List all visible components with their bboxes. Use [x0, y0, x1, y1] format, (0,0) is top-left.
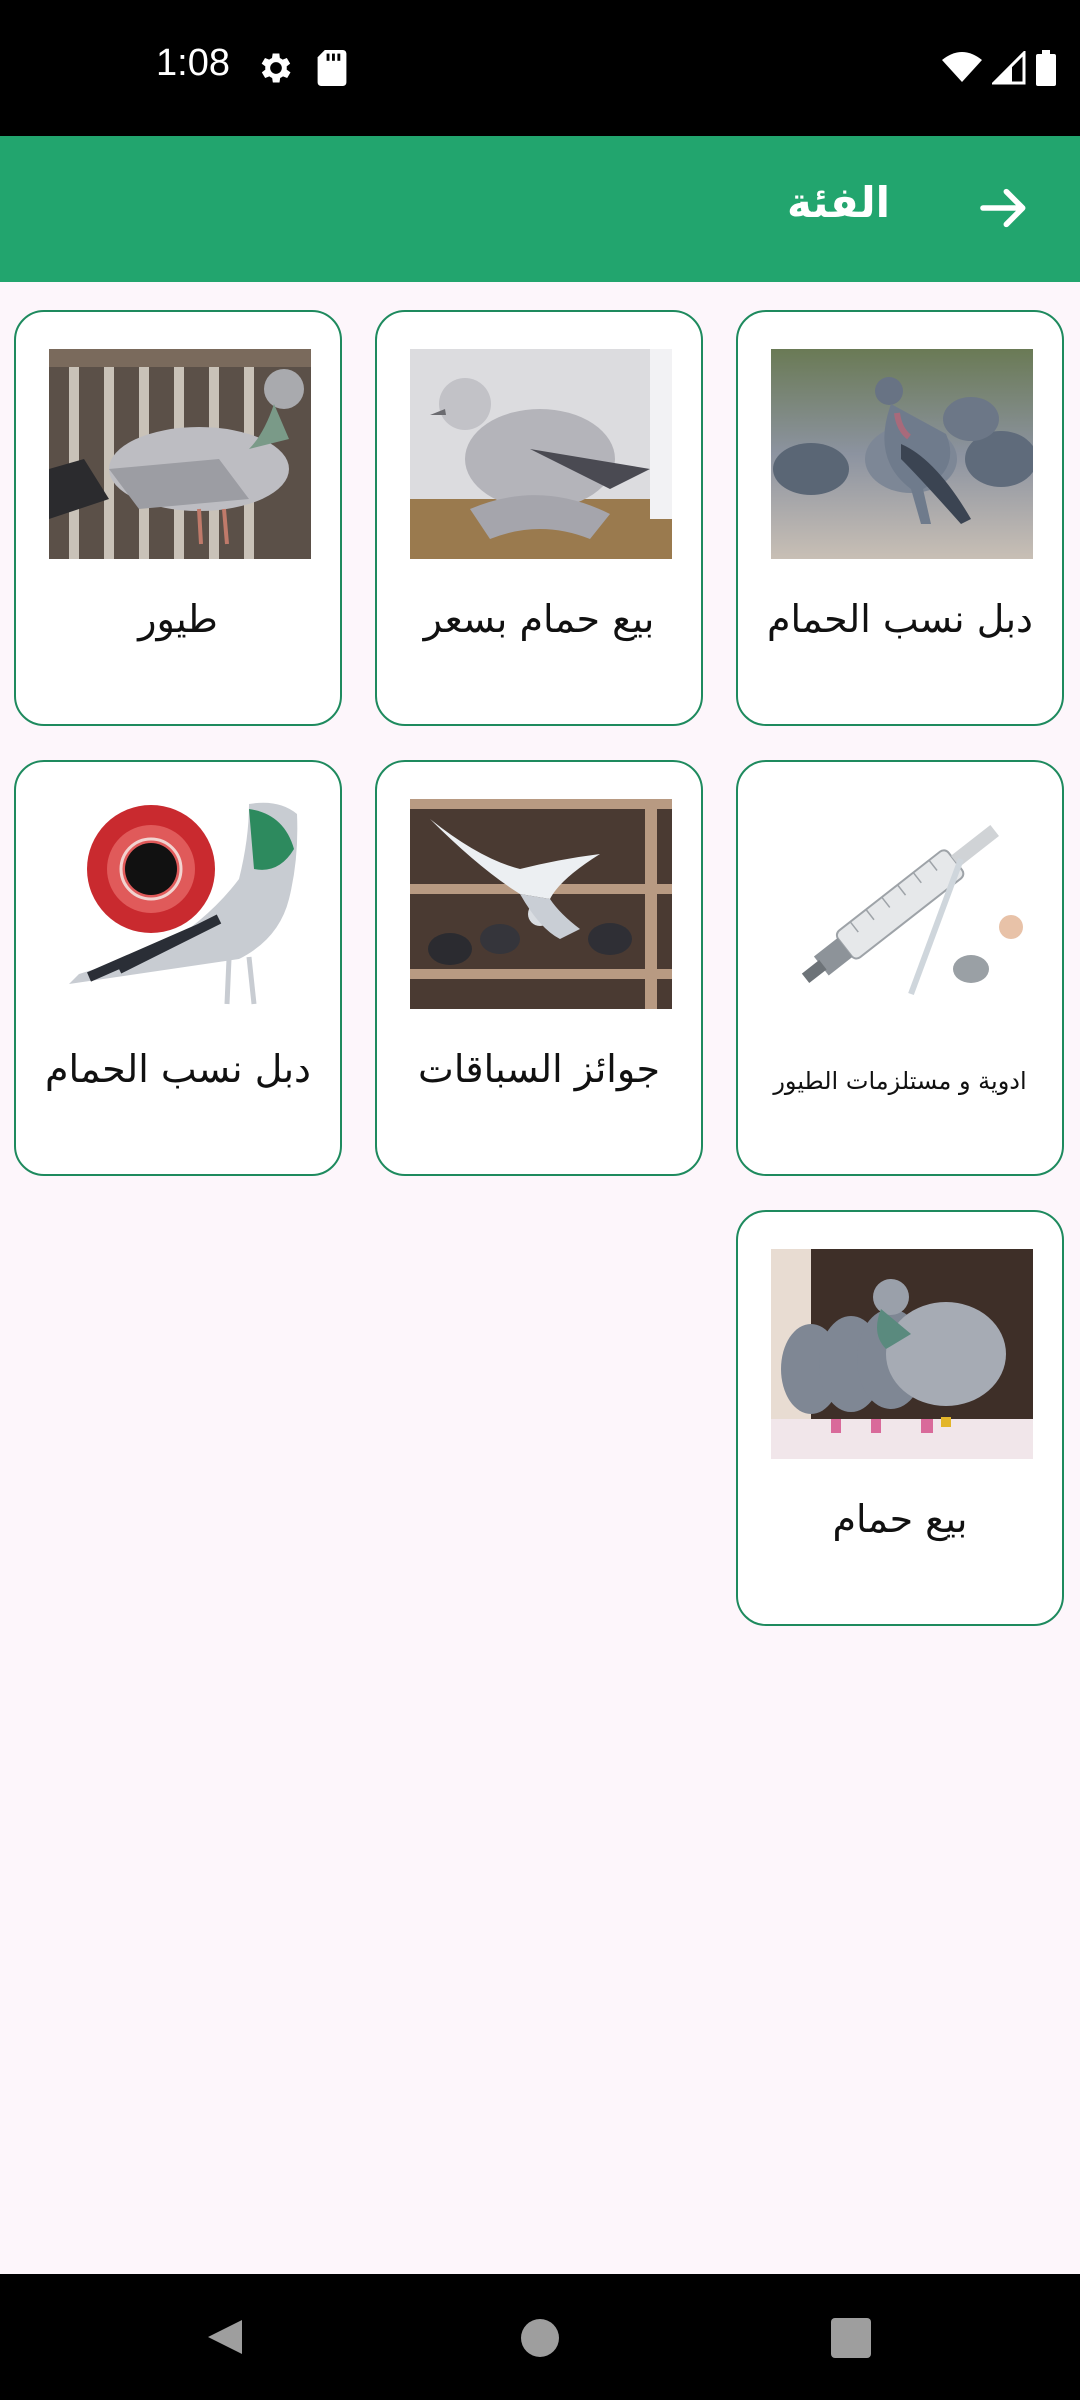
category-label: بيع حمام بسعر [423, 597, 655, 641]
status-time: 1:08 [156, 42, 230, 84]
white-fantail-pigeon-photo [410, 349, 672, 559]
battery-icon [1036, 50, 1056, 86]
page-title: الفئة [786, 178, 890, 227]
category-card-pedigree-2[interactable]: دبل نسب الحمام [14, 760, 342, 1176]
category-label: دبل نسب الحمام [767, 597, 1033, 641]
back-triangle-icon[interactable] [204, 2316, 246, 2358]
navigation-bar [0, 2274, 1080, 2400]
back-button[interactable] [968, 172, 1040, 244]
signal-icon [992, 51, 1026, 85]
status-indicators [942, 48, 1056, 88]
recents-square-icon[interactable] [831, 2318, 871, 2358]
category-label: دبل نسب الحمام [45, 1047, 311, 1091]
wifi-icon [942, 52, 982, 82]
home-circle-icon[interactable] [520, 2318, 560, 2358]
category-card-pedigree[interactable]: دبل نسب الحمام [736, 310, 1064, 726]
category-card-race-prizes[interactable]: جوائز السباقات [375, 760, 703, 1176]
gear-icon [261, 53, 291, 83]
arrow-right-icon [980, 188, 1026, 228]
category-card-birds[interactable]: طيور [14, 310, 342, 726]
category-label: جوائز السباقات [418, 1047, 660, 1091]
category-card-medicine[interactable]: ادوية و مستلزمات الطيور [736, 760, 1064, 1176]
racing-pigeon-photo [49, 349, 311, 559]
pigeons-row-photo [771, 1249, 1033, 1459]
category-label: طيور [138, 597, 218, 641]
syringe-feeder-photo [771, 799, 1033, 1009]
category-label: ادوية و مستلزمات الطيور [773, 1067, 1027, 1095]
pigeon-flock-photo [771, 349, 1033, 559]
category-card-sell-price[interactable]: بيع حمام بسعر [375, 310, 703, 726]
app-bar: الفئة [0, 136, 1080, 282]
category-card-sell-pigeons[interactable]: بيع حمام [736, 1210, 1064, 1626]
pigeon-loft-photo [410, 799, 672, 1009]
sd-card-icon [317, 50, 347, 86]
pigeon-eye-photo [49, 799, 311, 1009]
status-bar: 1:08 [0, 0, 1080, 136]
category-label: بيع حمام [832, 1497, 968, 1541]
